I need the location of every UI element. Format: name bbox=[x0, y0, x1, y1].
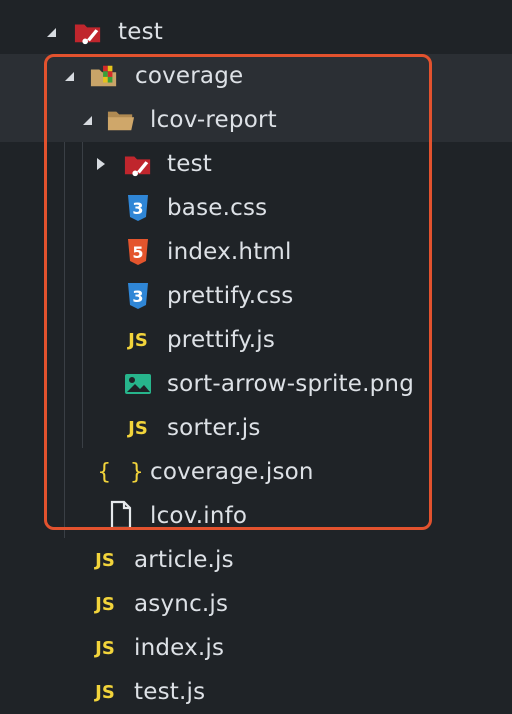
tree-label: test bbox=[118, 19, 163, 45]
chevron-down-icon[interactable] bbox=[44, 25, 58, 39]
js-icon: JS bbox=[95, 593, 115, 615]
tree-file-coverage-json[interactable]: { } coverage.json bbox=[0, 450, 512, 494]
test-folder-icon bbox=[74, 18, 102, 46]
tree-file-article-js[interactable]: JS article.js bbox=[0, 538, 512, 582]
css-icon: 3 bbox=[124, 282, 152, 310]
tree-label: lcov.info bbox=[150, 503, 248, 529]
tree-row-clipped bbox=[0, 0, 512, 6]
js-icon: JS bbox=[128, 417, 148, 439]
image-icon bbox=[124, 370, 152, 398]
file-explorer-tree: test coverage lcov-report test 3 base.cs… bbox=[0, 0, 512, 712]
tree-label: sort-arrow-sprite.png bbox=[167, 371, 414, 397]
chevron-down-icon[interactable] bbox=[80, 113, 94, 127]
tree-folder-lcov-report[interactable]: lcov-report bbox=[0, 98, 512, 142]
tree-file-base-css[interactable]: 3 base.css bbox=[0, 186, 512, 230]
tree-label: index.html bbox=[167, 239, 292, 265]
js-icon: JS bbox=[95, 637, 115, 659]
svg-text:3: 3 bbox=[132, 199, 143, 218]
tree-folder-test-nested[interactable]: test bbox=[0, 142, 512, 186]
tree-label: async.js bbox=[134, 591, 229, 617]
tree-file-prettify-js[interactable]: JS prettify.js bbox=[0, 318, 512, 362]
tree-file-sort-arrow-sprite-png[interactable]: sort-arrow-sprite.png bbox=[0, 362, 512, 406]
tree-label: test.js bbox=[134, 679, 206, 705]
tree-label: coverage.json bbox=[150, 459, 314, 485]
chevron-down-icon[interactable] bbox=[62, 69, 76, 83]
tree-file-async-js[interactable]: JS async.js bbox=[0, 582, 512, 626]
html-icon: 5 bbox=[124, 238, 152, 266]
tree-label: coverage bbox=[135, 63, 244, 89]
coverage-folder-icon bbox=[90, 62, 118, 90]
js-icon: JS bbox=[128, 329, 148, 351]
svg-text:5: 5 bbox=[132, 243, 143, 262]
tree-label: index.js bbox=[134, 635, 225, 661]
tree-label: prettify.js bbox=[167, 327, 276, 353]
tree-folder-test[interactable]: test bbox=[0, 10, 512, 54]
css-icon: 3 bbox=[124, 194, 152, 222]
tree-folder-coverage[interactable]: coverage bbox=[0, 54, 512, 98]
tree-file-lcov-info[interactable]: lcov.info bbox=[0, 494, 512, 538]
js-icon: JS bbox=[95, 681, 115, 703]
tree-file-prettify-css[interactable]: 3 prettify.css bbox=[0, 274, 512, 318]
tree-label: test bbox=[167, 151, 212, 177]
tree-file-index-js[interactable]: JS index.js bbox=[0, 626, 512, 670]
chevron-right-icon[interactable] bbox=[94, 157, 108, 171]
tree-label: article.js bbox=[134, 547, 234, 573]
tree-file-index-html[interactable]: 5 index.html bbox=[0, 230, 512, 274]
json-icon: { } bbox=[97, 459, 147, 485]
file-icon bbox=[107, 500, 135, 530]
test-folder-icon bbox=[124, 150, 152, 178]
tree-file-test-js[interactable]: JS test.js bbox=[0, 670, 512, 714]
tree-label: prettify.css bbox=[167, 283, 294, 309]
tree-label: sorter.js bbox=[167, 415, 261, 441]
tree-label: lcov-report bbox=[150, 107, 277, 133]
js-icon: JS bbox=[95, 549, 115, 571]
svg-text:3: 3 bbox=[132, 287, 143, 306]
folder-open-icon bbox=[107, 106, 135, 134]
tree-file-sorter-js[interactable]: JS sorter.js bbox=[0, 406, 512, 450]
tree-label: base.css bbox=[167, 195, 268, 221]
